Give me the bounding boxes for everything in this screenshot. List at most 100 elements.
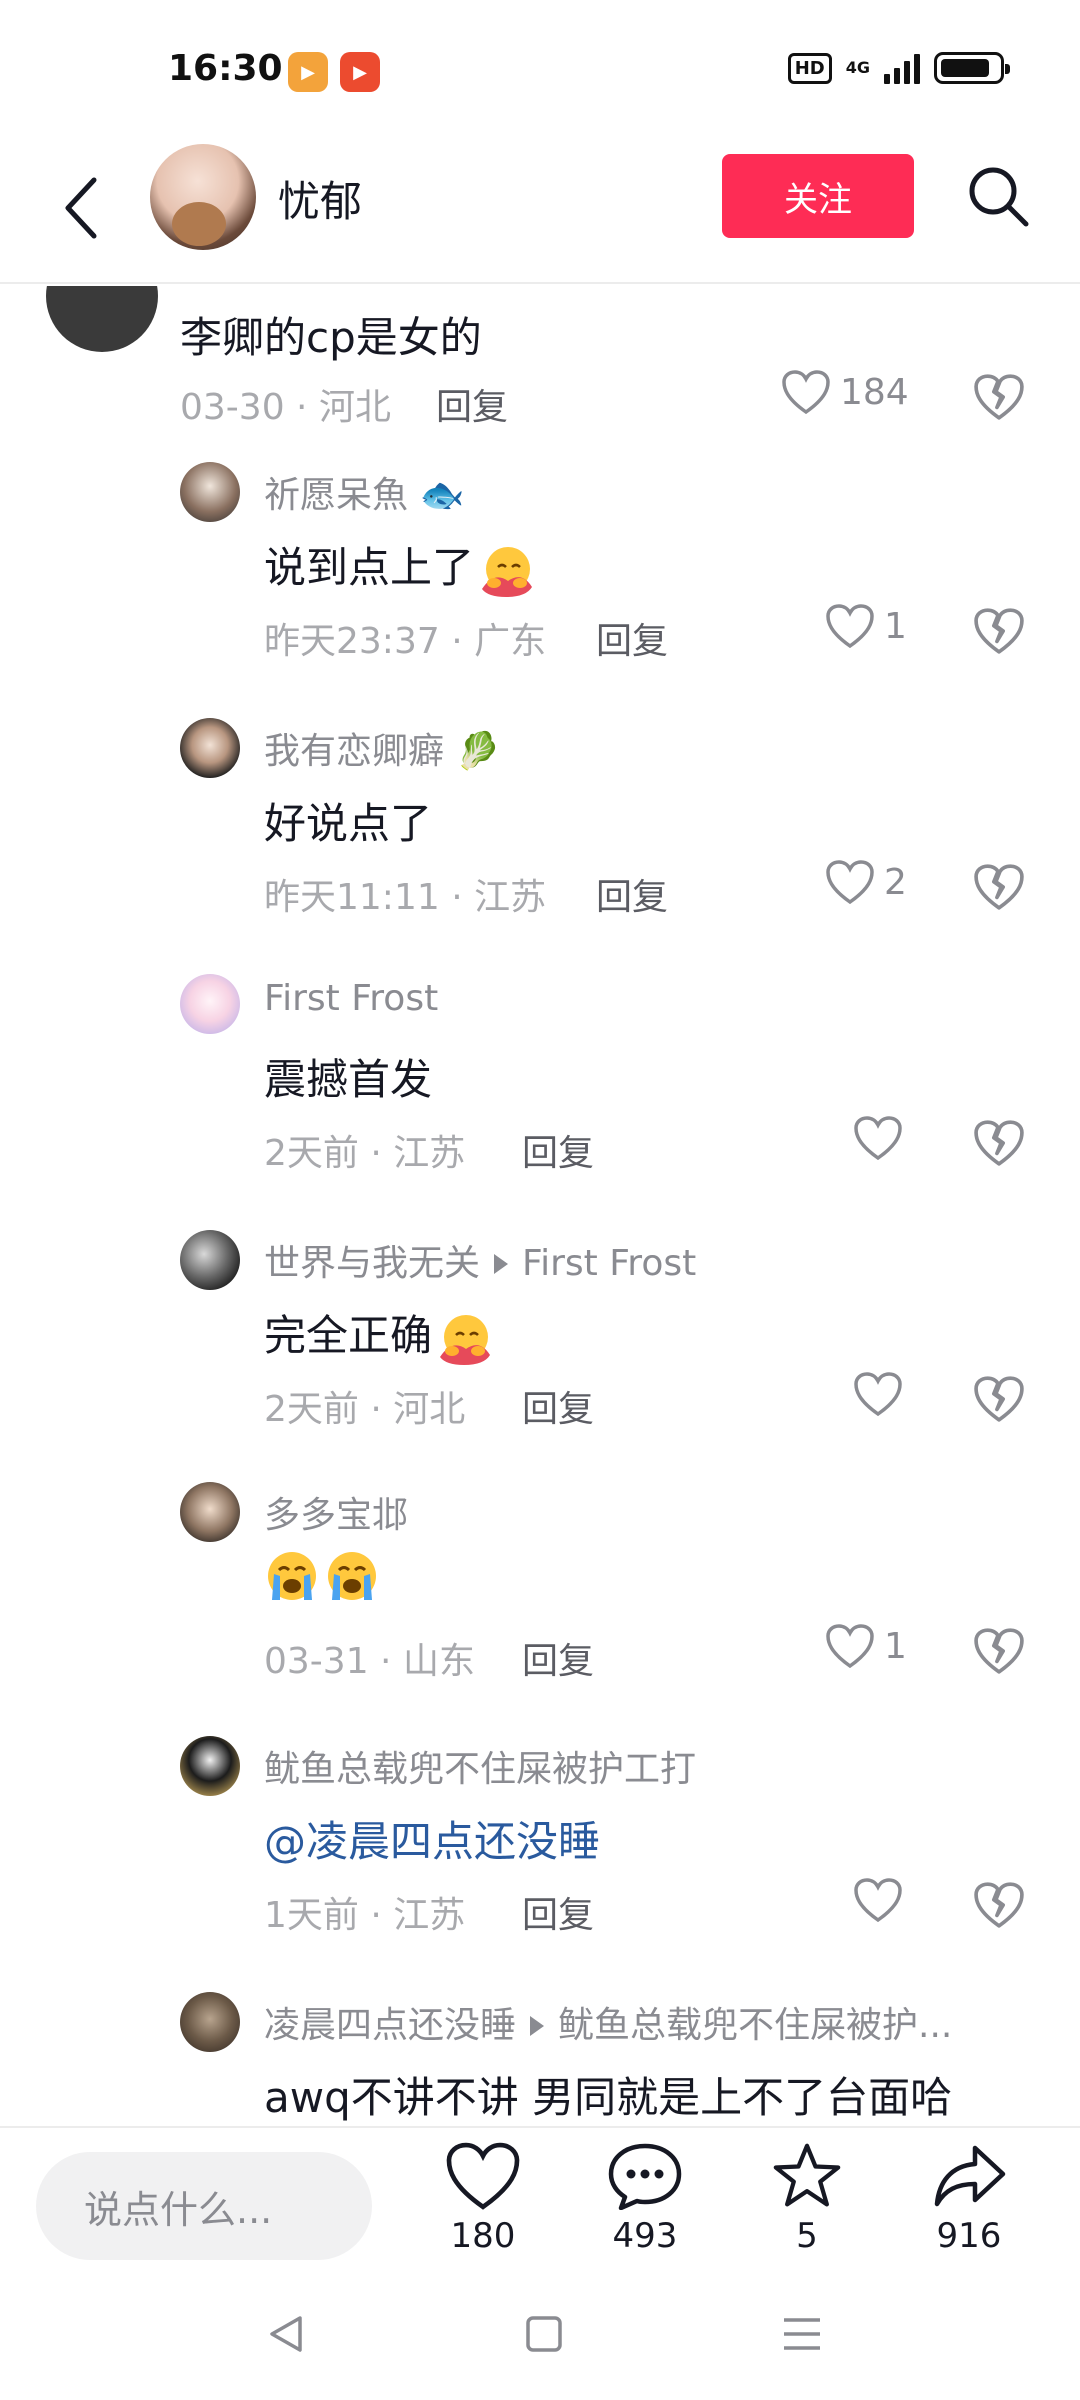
like-count: 180 <box>450 2216 516 2256</box>
system-nav-bar <box>0 2276 1080 2400</box>
reply-button[interactable]: 回复 <box>596 612 668 664</box>
comment-count: 493 <box>612 2216 678 2256</box>
reply-author[interactable]: 我有恋卿癖 🥬 <box>264 722 500 774</box>
reply-author[interactable]: 多多宝邶 <box>264 1486 408 1538</box>
reply-author[interactable]: 祈愿呆魚 🐟 <box>264 466 464 518</box>
reply-button[interactable]: 回复 <box>522 1632 594 1684</box>
heart-icon <box>826 860 874 904</box>
user-avatar[interactable] <box>150 144 256 250</box>
share-icon <box>934 2145 1006 2207</box>
reply-button[interactable]: 回复 <box>436 378 508 430</box>
like-button[interactable] <box>854 1878 912 1922</box>
reply-text <box>264 1548 380 1604</box>
like-button[interactable]: 184 <box>782 370 909 414</box>
reply-button[interactable]: 回复 <box>596 868 668 920</box>
like-button[interactable] <box>854 1116 912 1160</box>
comment-input[interactable]: 说点什么... <box>36 2152 372 2260</box>
back-button[interactable] <box>52 166 112 250</box>
nav-back-button[interactable] <box>256 2304 316 2364</box>
avatar[interactable] <box>180 462 240 522</box>
reply-button[interactable]: 回复 <box>522 1380 594 1432</box>
like-button[interactable]: 2 <box>826 860 907 904</box>
reply-text: awq不讲不讲 男同就是上不了台面哈 <box>264 2073 953 2122</box>
mention-link[interactable]: @凌晨四点还没睡 <box>264 1808 600 1869</box>
hug-emoji-icon <box>482 546 533 597</box>
broken-heart-icon[interactable] <box>974 1118 1024 1168</box>
reply-meta: 03-31 · 山东 <box>264 1641 475 1682</box>
video-app-icon: ▶ <box>288 52 328 92</box>
comment-text: 李卿的cp是女的 <box>180 313 482 362</box>
hd-icon: HD <box>787 52 832 84</box>
avatar[interactable] <box>180 718 240 778</box>
reply-text: 震撼首发 <box>264 1055 433 1104</box>
broken-heart-icon[interactable] <box>974 1880 1024 1930</box>
triangle-back-icon <box>270 2316 302 2352</box>
comment-action[interactable]: 493 <box>590 2142 700 2256</box>
broken-heart-icon[interactable] <box>974 1374 1024 1424</box>
comment-list: 李卿的cp是女的 03-30 · 河北 回复 184 祈愿呆魚 🐟 说到点上了 … <box>0 286 1080 2126</box>
reply-author[interactable]: First Frost <box>264 978 438 1019</box>
status-time: 16:30 <box>168 48 283 89</box>
loudly-crying-emoji-icon <box>268 1552 316 1600</box>
play-app-icon: ▶ <box>340 52 380 92</box>
reply-author[interactable]: 凌晨四点还没睡 鱿鱼总载兜不住屎被护... <box>264 1996 952 2048</box>
search-button[interactable] <box>960 154 1036 238</box>
menu-icon <box>784 2318 820 2350</box>
hug-emoji-icon <box>440 1314 491 1365</box>
follow-button[interactable]: 关注 <box>722 154 914 238</box>
favorite-count: 5 <box>796 2216 818 2256</box>
bottom-action-bar: 说点什么... 180 493 5 916 <box>0 2126 1080 2276</box>
nav-menu-button[interactable] <box>772 2304 832 2364</box>
reply-text: 好说点了 <box>264 799 433 848</box>
like-button[interactable] <box>854 1372 912 1416</box>
reply-meta: 2天前 · 江苏 <box>264 1133 466 1174</box>
share-count: 916 <box>936 2216 1002 2256</box>
share-action[interactable]: 916 <box>914 2142 1024 2256</box>
avatar[interactable] <box>46 286 158 352</box>
like-count: 1 <box>884 605 907 647</box>
avatar[interactable] <box>180 974 240 1034</box>
broken-heart-icon[interactable] <box>974 372 1024 422</box>
heart-icon <box>826 1624 874 1668</box>
chevron-left-icon <box>65 177 97 239</box>
status-bar: 16:30 ▶ ▶ HD 4G <box>0 0 1080 140</box>
avatar[interactable] <box>180 1992 240 2052</box>
heart-icon <box>854 1372 902 1416</box>
signal-icon <box>884 52 920 84</box>
like-count: 1 <box>884 1625 907 1667</box>
broken-heart-icon[interactable] <box>974 1626 1024 1676</box>
reply-arrow-icon <box>494 1254 509 1274</box>
avatar[interactable] <box>180 1482 240 1542</box>
reply-meta: 2天前 · 河北 <box>264 1389 466 1430</box>
star-icon <box>773 2143 841 2207</box>
broken-heart-icon[interactable] <box>974 862 1024 912</box>
broken-heart-icon[interactable] <box>974 606 1024 656</box>
reply-target[interactable]: First Frost <box>522 1243 696 1284</box>
avatar[interactable] <box>180 1736 240 1796</box>
avatar[interactable] <box>180 1230 240 1290</box>
fish-icon: 🐟 <box>419 475 465 516</box>
reply-button[interactable]: 回复 <box>522 1124 594 1176</box>
comment-icon <box>608 2143 682 2210</box>
nav-home-button[interactable] <box>514 2304 574 2364</box>
reply-target[interactable]: 鱿鱼总载兜不住屎被护... <box>558 2005 952 2046</box>
reply-button[interactable]: 回复 <box>522 1886 594 1938</box>
reply-text: 完全正确 <box>264 1302 492 1367</box>
like-button[interactable]: 1 <box>826 604 907 648</box>
reply-author[interactable]: 鱿鱼总载兜不住屎被护工打 <box>264 1740 696 1792</box>
heart-icon <box>446 2142 520 2210</box>
reply-meta: 1天前 · 江苏 <box>264 1895 466 1936</box>
reply-meta: 昨天11:11 · 江苏 <box>264 877 547 918</box>
reply-meta: 昨天23:37 · 广东 <box>264 621 547 662</box>
status-indicators: HD 4G <box>787 52 1010 84</box>
reply-author[interactable]: 世界与我无关 First Frost <box>264 1234 696 1286</box>
search-icon <box>969 167 1029 227</box>
network-type: 4G <box>845 58 870 77</box>
profile-header: 忧郁 关注 <box>0 140 1080 284</box>
favorite-action[interactable]: 5 <box>752 2142 862 2256</box>
username[interactable]: 忧郁 <box>278 168 362 229</box>
like-action[interactable]: 180 <box>428 2142 538 2256</box>
like-count: 2 <box>884 861 907 903</box>
reply-arrow-icon <box>530 2016 545 2036</box>
like-button[interactable]: 1 <box>826 1624 907 1668</box>
